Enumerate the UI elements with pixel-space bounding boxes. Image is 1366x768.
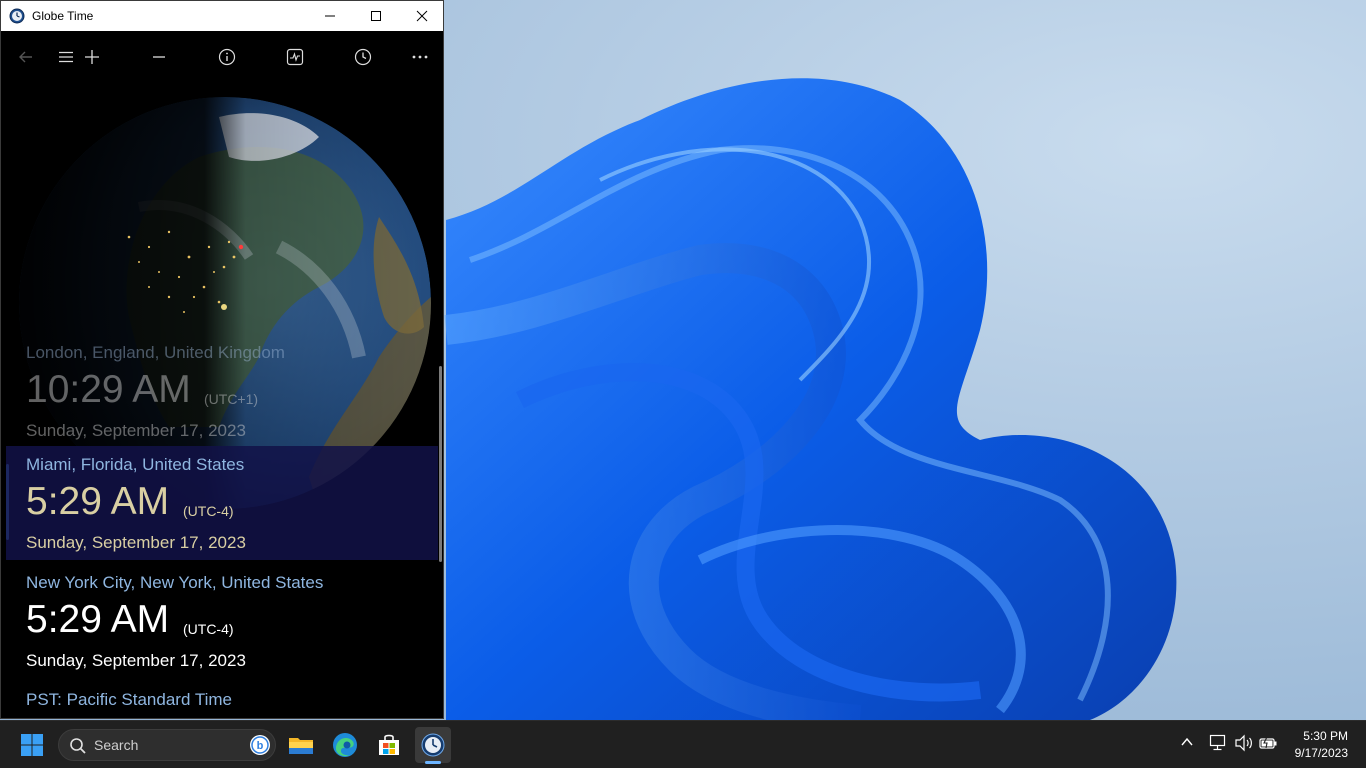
add-location-button[interactable] — [80, 45, 104, 69]
svg-text:b: b — [257, 740, 264, 752]
location-date: Sunday, September 17, 2023 — [26, 421, 246, 440]
location-item-london[interactable]: London, England, United Kingdom 10:29 AM… — [6, 334, 438, 448]
title-bar[interactable]: Globe Time — [1, 1, 443, 31]
location-city: Miami, Florida, United States — [26, 455, 245, 474]
activity-button[interactable] — [283, 45, 307, 69]
add-icon — [85, 50, 99, 64]
taskbar-search-box[interactable]: Search b — [58, 729, 276, 761]
location-time: 10:29 AM — [26, 368, 191, 411]
time-history-button[interactable] — [351, 45, 375, 69]
location-utc-offset: (UTC+1) — [204, 391, 259, 407]
volume-icon[interactable] — [1234, 734, 1254, 752]
edge-browser-icon — [333, 733, 357, 757]
info-button[interactable] — [215, 45, 239, 69]
minimize-icon — [325, 15, 335, 17]
more-options-button[interactable] — [408, 45, 432, 69]
info-icon — [218, 48, 236, 66]
close-icon — [416, 10, 428, 22]
chevron-up-icon[interactable] — [1180, 735, 1194, 749]
globe-clock-icon — [9, 8, 25, 24]
location-utc-offset: (UTC-4) — [183, 621, 234, 637]
taskbar-edge[interactable] — [327, 727, 363, 763]
windows-start-icon[interactable] — [20, 733, 44, 757]
microsoft-store-icon — [379, 734, 399, 755]
location-item-miami[interactable]: Miami, Florida, United States 5:29 AM (U… — [6, 446, 438, 560]
scrollbar[interactable] — [439, 366, 442, 562]
taskbar-clock-date[interactable]: 9/17/2023 — [1288, 746, 1348, 760]
search-label: Search — [94, 737, 139, 753]
minus-icon — [153, 56, 165, 58]
minimize-button[interactable] — [307, 1, 353, 31]
globe-time-app-icon — [421, 733, 445, 757]
location-city: New York City, New York, United States — [26, 573, 324, 592]
search-icon — [70, 738, 86, 754]
location-city: London, England, United Kingdom — [26, 343, 285, 362]
bing-icon: b — [250, 735, 270, 755]
network-icon[interactable] — [1209, 734, 1229, 752]
window-title: Globe Time — [32, 9, 94, 23]
pulse-chart-icon — [286, 48, 304, 66]
location-item-new-york[interactable]: New York City, New York, United States 5… — [6, 564, 438, 678]
globe-time-window: Globe Time London, England, United Kingd… — [0, 0, 444, 719]
location-time: 5:29 AM — [26, 480, 170, 523]
remove-location-button[interactable] — [147, 45, 171, 69]
app-toolbar — [1, 31, 443, 83]
taskbar: Search b 5:30 PM 9/17/2023 — [0, 720, 1366, 768]
active-app-indicator — [425, 761, 441, 764]
taskbar-file-explorer[interactable] — [283, 727, 319, 763]
taskbar-clock-time[interactable]: 5:30 PM — [1298, 729, 1348, 743]
back-button[interactable] — [14, 45, 38, 69]
taskbar-microsoft-store[interactable] — [371, 727, 407, 763]
more-ellipsis-icon — [412, 55, 428, 59]
location-time: 5:29 AM — [26, 598, 170, 641]
location-date: Sunday, September 17, 2023 — [26, 651, 246, 670]
maximize-button[interactable] — [353, 1, 399, 31]
taskbar-globe-time[interactable] — [415, 727, 451, 763]
menu-button[interactable] — [54, 45, 78, 69]
maximize-icon — [371, 11, 381, 21]
battery-charging-icon[interactable] — [1258, 734, 1278, 752]
location-utc-offset: (UTC-4) — [183, 503, 234, 519]
file-explorer-icon — [289, 738, 313, 754]
location-item-pst[interactable]: PST: Pacific Standard Time — [26, 690, 232, 710]
close-button[interactable] — [399, 1, 443, 31]
hamburger-menu-icon — [59, 51, 73, 63]
back-arrow-icon — [19, 51, 32, 63]
clock-history-icon — [354, 48, 372, 66]
location-date: Sunday, September 17, 2023 — [26, 533, 246, 552]
